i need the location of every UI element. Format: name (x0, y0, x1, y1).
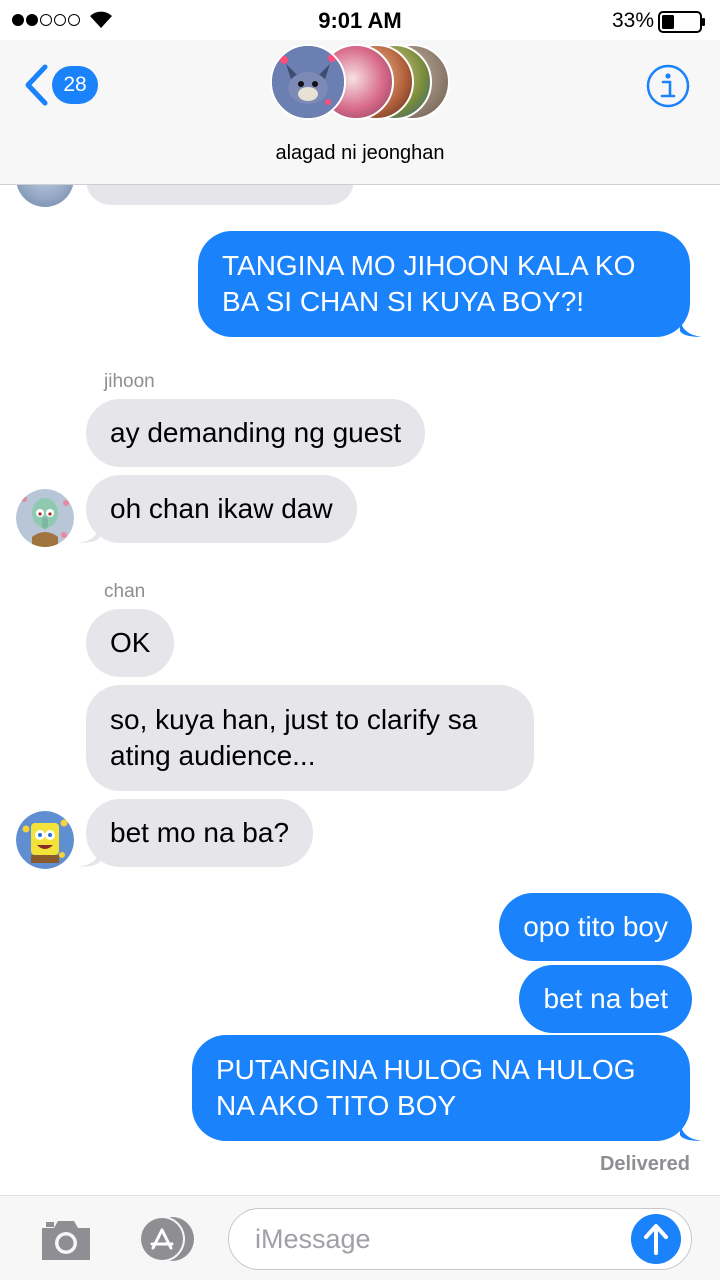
message-text: ay demanding ng guest (110, 417, 402, 448)
chevron-left-icon (25, 64, 48, 106)
avatar (270, 44, 346, 120)
message-text: ating audience... (110, 740, 316, 771)
message-text: OK (110, 627, 151, 658)
message-bubble-incoming[interactable]: OK (86, 609, 175, 677)
compose-bar (0, 1195, 720, 1280)
sender-name: jihoon (104, 371, 155, 392)
battery-icon (658, 11, 705, 33)
avatar (16, 489, 74, 547)
message-bubble-outgoing[interactable]: TANGINA MO JIHOON KALA KO BA SI CHAN SI … (198, 231, 690, 337)
sender-name: chan (104, 581, 146, 602)
camera-icon[interactable] (38, 1216, 94, 1264)
avatar (16, 185, 74, 207)
message-text: opo tito boy (523, 911, 668, 942)
unread-count-badge: 28 (52, 66, 98, 104)
bubble-tail (680, 315, 702, 337)
spongebob-avatar-icon (16, 811, 74, 869)
send-button[interactable] (631, 1214, 681, 1264)
message-thread[interactable]: TANGINA MO JIHOON KALA KO BA SI CHAN SI … (0, 185, 720, 1195)
message-input[interactable] (228, 1208, 692, 1270)
message-bubble-incoming[interactable] (86, 185, 354, 205)
message-text: so, kuya han, just to clarify sa (110, 704, 478, 735)
group-name[interactable]: alagad ni jeonghan (0, 142, 720, 165)
squidward-avatar-icon (16, 489, 74, 547)
message-bubble-incoming[interactable]: ay demanding ng guest (86, 399, 426, 467)
delivered-status: Delivered (599, 1153, 690, 1175)
back-button[interactable]: 28 (24, 64, 98, 106)
avatar (16, 811, 74, 869)
message-text: TANGINA MO JIHOON KALA KO (222, 250, 636, 281)
bubble-tail (680, 1119, 702, 1141)
message-bubble-incoming[interactable]: bet mo na ba? (86, 799, 314, 867)
message-text: PUTANGINA HULOG NA HULOG (216, 1054, 636, 1085)
bubble-tail (78, 845, 100, 867)
conversation-header: 28 alagad ni jeonghan (0, 40, 720, 185)
group-avatars[interactable] (270, 44, 460, 122)
message-bubble-outgoing[interactable]: bet na bet (519, 965, 692, 1033)
cat-avatar-icon (272, 46, 344, 118)
message-text: NA AKO TITO BOY (216, 1090, 457, 1121)
message-text: oh chan ikaw daw (110, 493, 333, 524)
message-bubble-incoming[interactable]: so, kuya han, just to clarify sa ating a… (86, 685, 534, 791)
arrow-up-icon (644, 1224, 668, 1255)
message-bubble-incoming[interactable]: oh chan ikaw daw (86, 475, 357, 543)
status-bar: 9:01 AM 33% (0, 0, 720, 40)
battery-percent: 33% (611, 9, 654, 32)
message-bubble-outgoing[interactable]: opo tito boy (499, 893, 692, 961)
app-store-icon[interactable] (130, 1214, 196, 1264)
message-text: bet mo na ba? (110, 817, 290, 848)
message-bubble-outgoing[interactable]: PUTANGINA HULOG NA HULOG NA AKO TITO BOY (192, 1035, 690, 1141)
message-text: bet na bet (543, 983, 668, 1014)
bubble-tail (78, 521, 100, 543)
info-icon[interactable] (646, 64, 690, 108)
message-text: BA SI CHAN SI KUYA BOY?! (222, 286, 585, 317)
